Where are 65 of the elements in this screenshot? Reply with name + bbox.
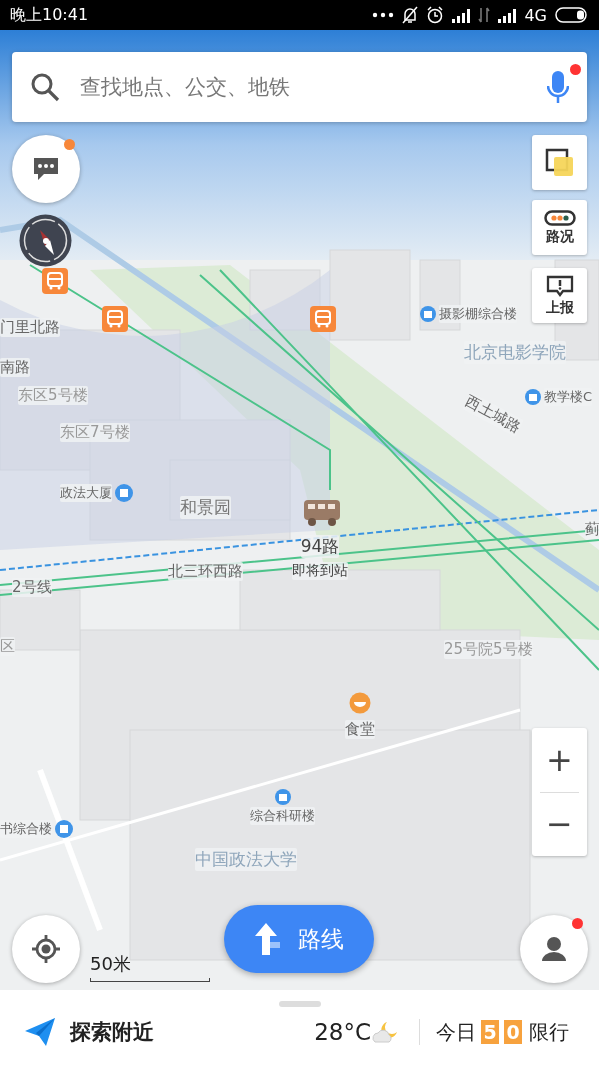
bus-route-label: 94路: [300, 535, 340, 558]
signal-icon: [452, 7, 471, 23]
map-label: 蓟: [585, 520, 599, 539]
building-poi-icon: [420, 306, 436, 322]
map-label: 东区7号楼: [60, 423, 130, 442]
plate-digit: 0: [504, 1020, 522, 1044]
plate-digit: 5: [481, 1020, 499, 1044]
profile-button[interactable]: [520, 915, 588, 983]
microphone-icon[interactable]: [547, 70, 569, 104]
data-arrows-icon: [478, 7, 491, 23]
map-label: 摄影棚综合楼: [439, 305, 517, 323]
search-icon: [30, 72, 60, 102]
map-label: 和景园: [180, 496, 231, 519]
map-label: 北三环西路: [168, 562, 243, 581]
route-button[interactable]: 路线: [224, 905, 374, 973]
map-label: 教学楼C: [544, 388, 593, 406]
route-arrow-icon: [254, 922, 282, 956]
map-label: 25号院5号楼: [444, 640, 533, 659]
building-poi-icon: [55, 820, 73, 838]
scale-label: 50米: [90, 952, 132, 976]
locate-icon: [31, 934, 61, 964]
map-label: 综合科研楼: [250, 807, 315, 825]
muted-bell-icon: [402, 6, 419, 24]
report-button[interactable]: 上报: [532, 268, 587, 323]
building-poi-icon: [115, 484, 133, 502]
more-icon: [372, 12, 395, 18]
signal-icon: [498, 7, 517, 23]
restriction-label: 今日: [436, 1018, 476, 1046]
map-label: 门里北路: [0, 318, 60, 337]
restriction-label: 限行: [529, 1018, 569, 1046]
alarm-icon: [426, 6, 445, 24]
map-label: 北京电影学院: [464, 341, 566, 364]
building-poi-icon: [274, 789, 291, 805]
weather-icon: [371, 1020, 399, 1044]
map-label: 食堂: [345, 720, 375, 739]
paper-plane-icon: [24, 1017, 56, 1047]
network-type: 4G: [524, 5, 547, 25]
search-field[interactable]: 查找地点、公交、地铁: [12, 52, 587, 122]
map-label: 南路: [0, 358, 30, 377]
map-label: 2号线: [12, 578, 52, 597]
building-poi-icon: [525, 389, 541, 405]
locate-button[interactable]: [12, 915, 80, 983]
status-time: 晚上10:41: [10, 4, 89, 26]
bus-status-label: 即将到站: [292, 562, 348, 580]
battery-icon: [555, 7, 589, 23]
drag-handle[interactable]: [279, 1001, 321, 1007]
compass-icon[interactable]: [18, 213, 73, 268]
temperature-label: 28°C: [314, 1019, 371, 1045]
zoom-out-button[interactable]: −: [532, 792, 587, 856]
traffic-button[interactable]: 路况: [532, 200, 587, 255]
search-placeholder: 查找地点、公交、地铁: [80, 74, 291, 101]
zoom-in-button[interactable]: +: [532, 728, 587, 792]
layers-button[interactable]: [532, 135, 587, 190]
speech-alert-icon: [545, 274, 574, 297]
explore-nearby-button[interactable]: 探索附近: [24, 1017, 154, 1047]
map-label: 政法大厦: [60, 484, 112, 502]
layers-icon: [544, 147, 575, 178]
bus-icon: [303, 498, 341, 528]
person-icon: [541, 936, 567, 962]
bowl-icon: [349, 692, 371, 714]
traffic-light-icon: [543, 209, 576, 226]
map-label: 东区5号楼: [18, 386, 88, 405]
map-label: 书综合楼: [0, 820, 52, 838]
chat-icon: [32, 156, 60, 182]
map-label: 中国政法大学: [195, 848, 297, 871]
